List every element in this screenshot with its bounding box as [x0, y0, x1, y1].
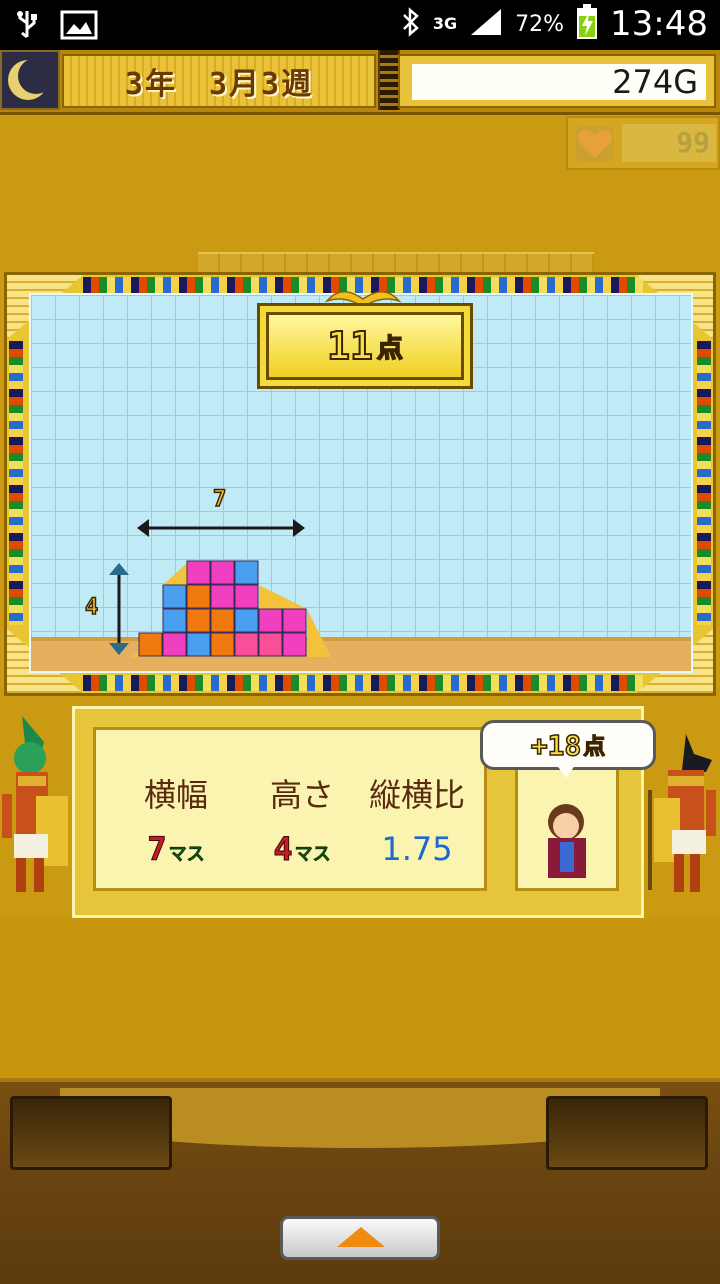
heart-count: 99 — [622, 124, 716, 162]
network-type: 3G — [432, 14, 458, 33]
block-blue — [186, 632, 211, 657]
block-pink — [282, 608, 307, 633]
score-display: 11 点 — [257, 303, 473, 389]
status-bar: 3G 72% 13:48 — [0, 0, 720, 50]
frame-border-bottom — [83, 675, 643, 691]
height-marker: 4 — [84, 594, 99, 621]
block-pink — [282, 632, 307, 657]
block-magenta — [234, 632, 259, 657]
ratio-value: 1.75 — [381, 830, 453, 868]
heart-panel: 99 — [566, 116, 720, 170]
gold-amount: 274G — [412, 64, 706, 100]
width-unit: マス — [168, 844, 205, 866]
measurement-panel: 横幅 7 マス 高さ 4 マス 縦横比 1.75 — [93, 727, 487, 891]
usb-icon — [14, 9, 40, 45]
height-column: 高さ 4 マス — [242, 770, 362, 869]
pyramid-slope-upper-right — [259, 585, 307, 609]
width-title: 横幅 — [143, 776, 208, 814]
pyramid-slope-upper-left — [163, 563, 187, 585]
up-arrow-icon — [337, 1227, 385, 1247]
ladder-divider — [378, 50, 400, 110]
date-panel: 3年 3月3週 — [62, 54, 376, 108]
anubis-character — [648, 734, 716, 892]
battery-charging-icon — [576, 4, 598, 44]
block-pink — [162, 632, 187, 657]
bluetooth-icon — [401, 7, 421, 41]
block-orange — [210, 632, 235, 657]
height-value: 4 — [273, 830, 293, 869]
pyramid-blocks — [138, 560, 307, 657]
block-blue — [234, 608, 259, 633]
block-blue — [162, 584, 187, 609]
width-value: 7 — [147, 830, 167, 869]
game-frame: 7 4 11 点 — [4, 272, 716, 696]
moon-icon[interactable] — [0, 50, 60, 110]
height-title: 高さ — [269, 776, 334, 814]
sand-floor — [0, 918, 720, 1078]
block-pink — [186, 560, 211, 585]
height-arrow — [109, 563, 129, 655]
block-pink — [210, 584, 235, 609]
block-blue — [234, 560, 259, 585]
pyramid-slope-right — [307, 609, 331, 657]
block-pink — [210, 560, 235, 585]
width-arrow — [137, 519, 305, 537]
battery-percent: 72% — [515, 11, 565, 37]
bonus-value: +18 — [530, 728, 582, 763]
block-pink — [234, 584, 259, 609]
top-hud: 3年 3月3週 274G — [0, 50, 720, 115]
frame-border-left — [9, 341, 23, 625]
heart-icon — [576, 126, 614, 162]
clock: 13:48 — [610, 4, 708, 44]
expand-menu-button[interactable] — [280, 1216, 440, 1260]
block-blue — [162, 608, 187, 633]
calendar-date: 3年 3月3週 — [124, 67, 314, 102]
width-column: 横幅 7 マス — [116, 770, 236, 869]
signal-icon — [469, 7, 503, 41]
block-pink — [258, 608, 283, 633]
frame-border-right — [697, 341, 711, 625]
bonus-speech-bubble: +18 点 — [480, 720, 656, 770]
block-orange — [186, 584, 211, 609]
image-icon — [60, 10, 98, 44]
left-slot-button[interactable] — [10, 1096, 172, 1170]
height-unit: マス — [294, 844, 331, 866]
width-marker: 7 — [212, 486, 227, 513]
horus-character — [2, 716, 68, 892]
bubble-tail — [556, 764, 576, 778]
block-orange — [138, 632, 163, 657]
bonus-unit: 点 — [583, 734, 606, 760]
block-magenta — [258, 632, 283, 657]
block-orange — [186, 608, 211, 633]
score-unit: 点 — [376, 333, 404, 365]
block-orange — [210, 608, 235, 633]
ratio-title: 縦横比 — [368, 776, 465, 814]
right-slot-button[interactable] — [546, 1096, 708, 1170]
score-value: 11 — [326, 323, 374, 369]
gold-panel: 274G — [398, 54, 716, 108]
ratio-column: 縦横比 1.75 — [352, 770, 482, 868]
